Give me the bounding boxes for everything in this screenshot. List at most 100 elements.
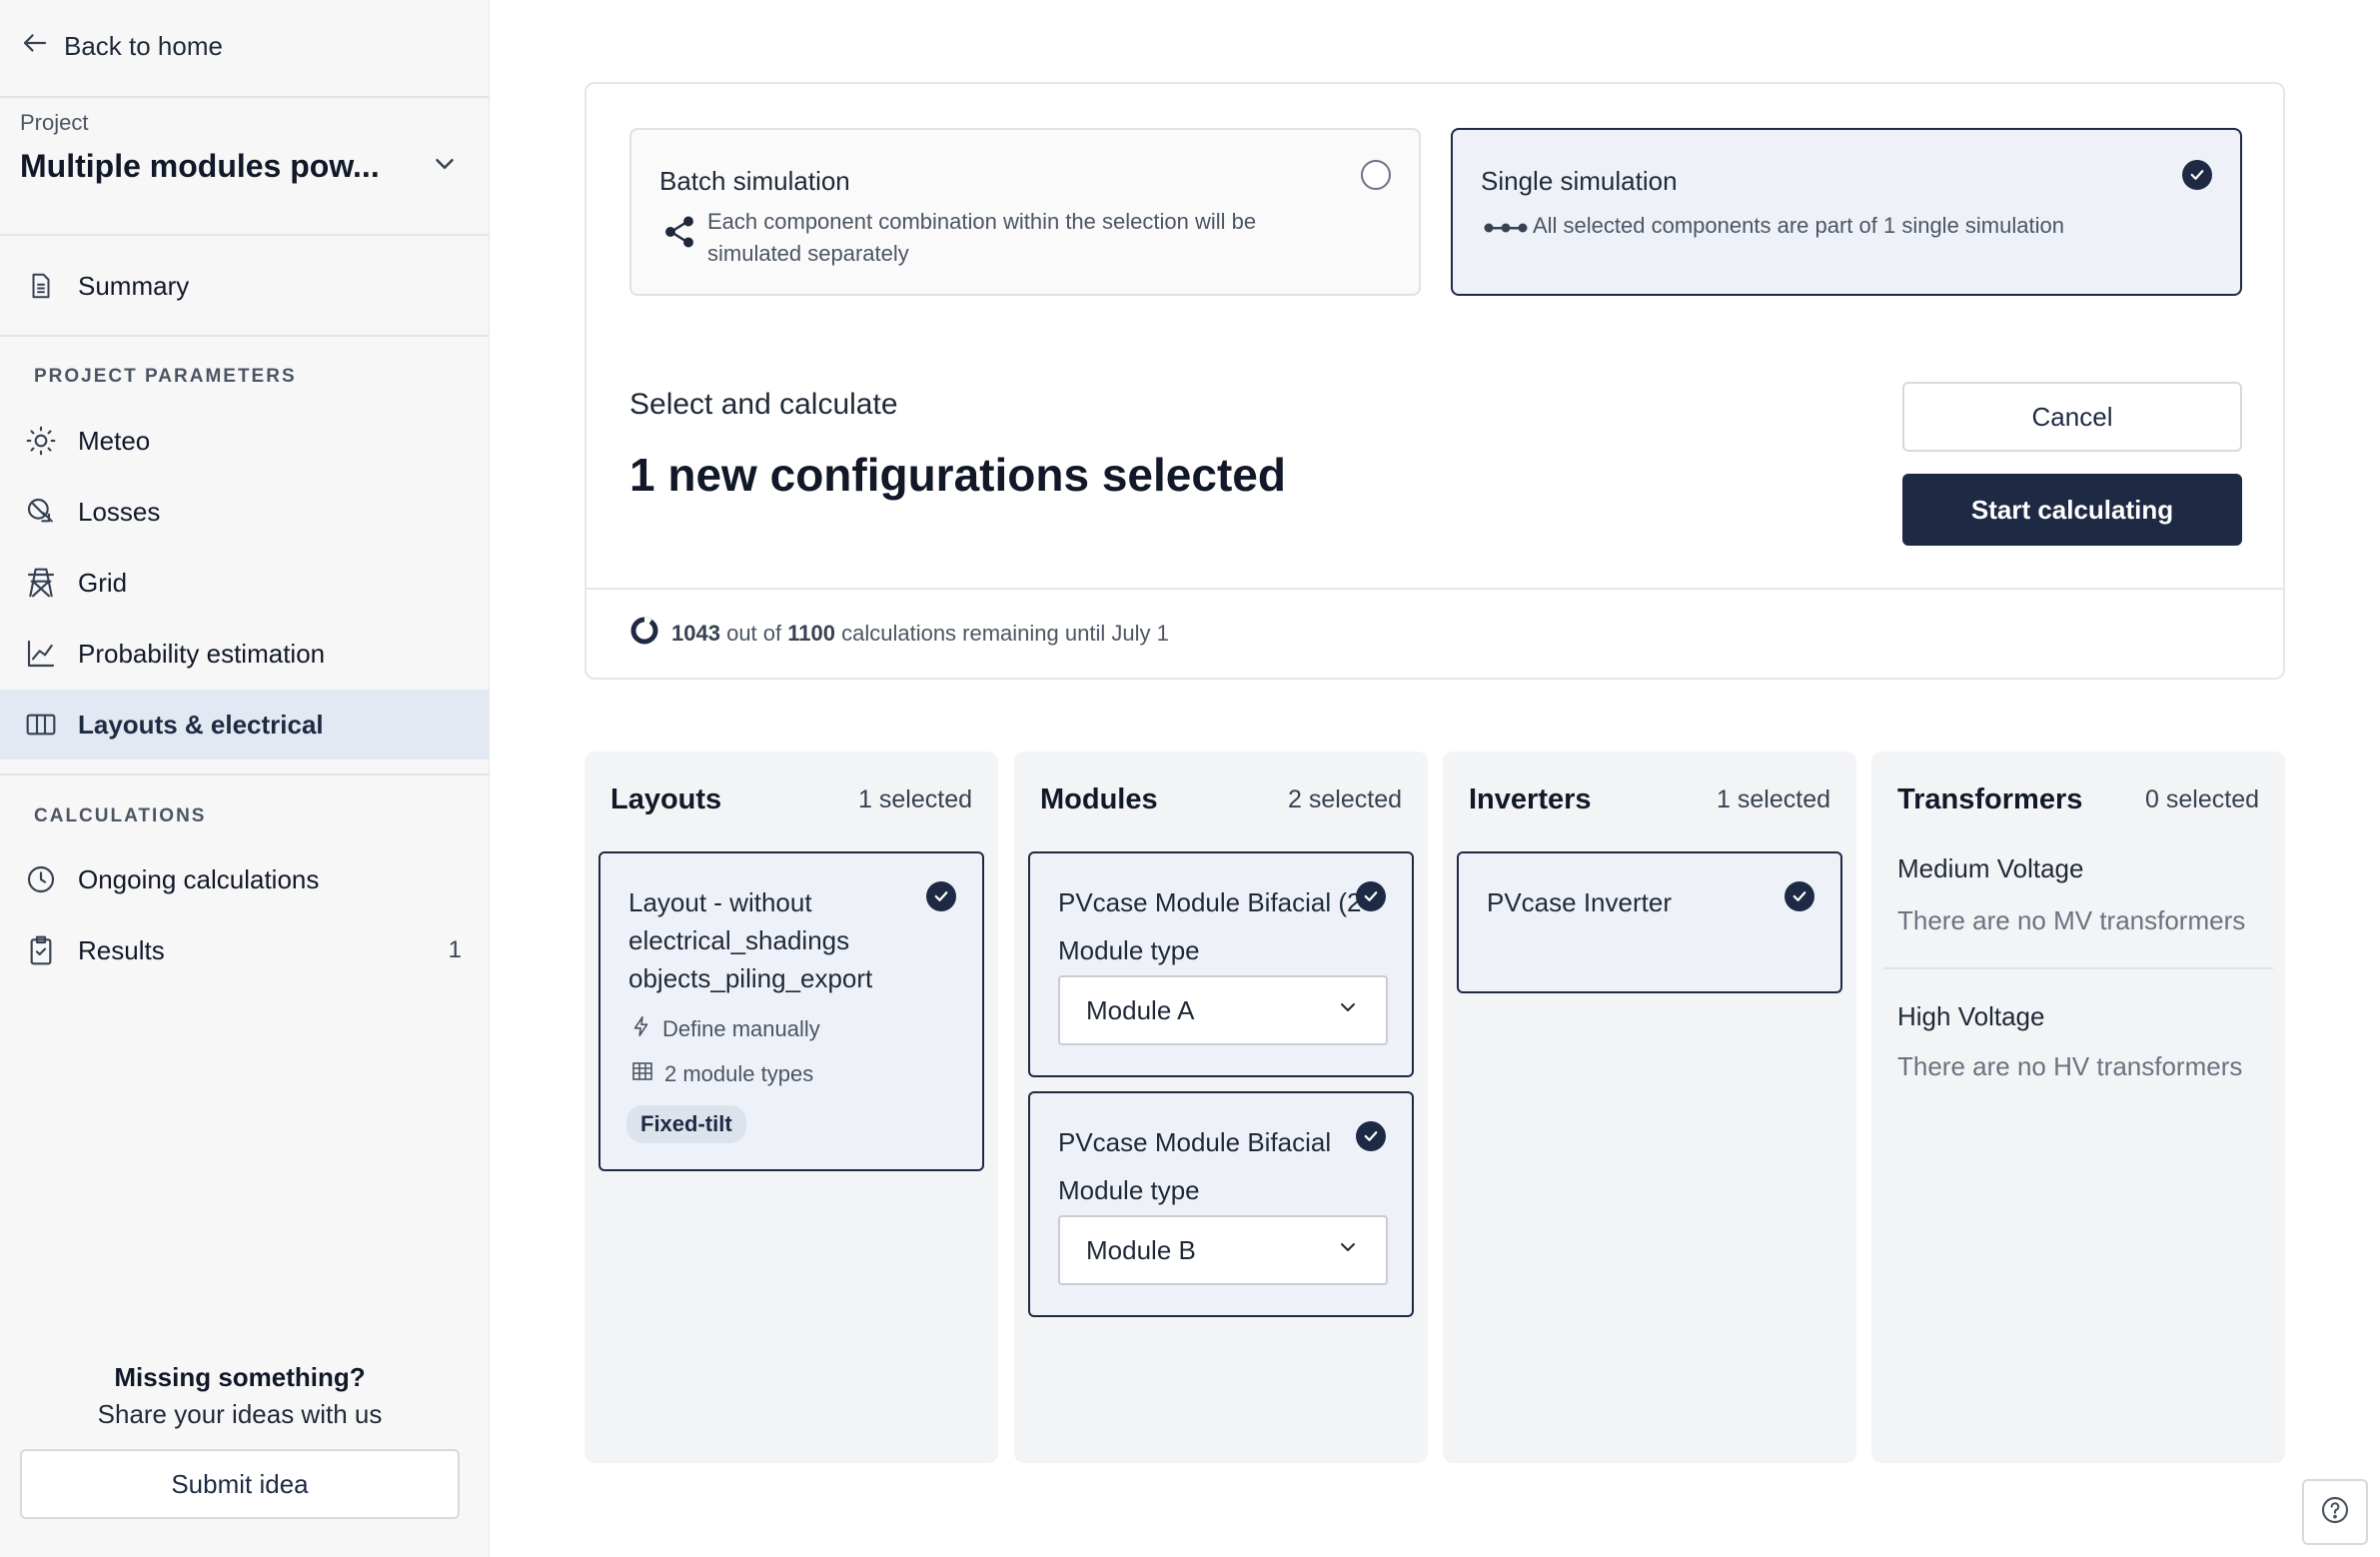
sidebar-item-label: Probability estimation [78, 638, 326, 669]
missing-something-title: Missing something? [114, 1362, 366, 1392]
module-card-title: PVcase Module Bifacial (2 [1058, 887, 1362, 917]
checkmark-icon [1356, 881, 1386, 911]
module-type-value: Module B [1086, 1234, 1196, 1265]
single-simulation-title: Single simulation [1481, 166, 1678, 196]
inverters-column: Inverters 1 selected PVcase Inverter [1443, 752, 1856, 1463]
module-card[interactable]: PVcase Module Bifacial Module type Modul… [1028, 1091, 1414, 1317]
chevron-down-icon [430, 149, 460, 184]
sidebar-item-label: Results [78, 934, 165, 965]
select-and-calculate-label: Select and calculate [629, 388, 898, 421]
sidebar-item-label: Grid [78, 567, 128, 598]
divider [0, 774, 490, 776]
calculations-total: 1100 [787, 621, 835, 646]
sidebar-item-label: Summary [78, 270, 190, 301]
layouts-column: Layouts 1 selected Layout - without elec… [585, 752, 998, 1463]
grid-icon [630, 1059, 654, 1089]
define-manually-label: Define manually [662, 1016, 820, 1041]
module-types-label: 2 module types [664, 1061, 814, 1086]
checkmark-icon [1356, 1121, 1386, 1151]
missing-something-subtitle: Share your ideas with us [97, 1399, 383, 1429]
fixed-tilt-tag: Fixed-tilt [626, 1105, 746, 1143]
module-card-title: PVcase Module Bifacial [1058, 1127, 1332, 1157]
divider [1883, 967, 2273, 969]
layout-module-types: 2 module types [630, 1059, 813, 1089]
sidebar-item-label: Ongoing calculations [78, 863, 320, 894]
submit-idea-button[interactable]: Submit idea [20, 1449, 460, 1519]
divider [587, 588, 2283, 590]
clock-icon [24, 862, 58, 896]
transformers-column: Transformers 0 selected Medium Voltage T… [1871, 752, 2285, 1463]
help-button[interactable] [2302, 1479, 2368, 1545]
sidebar-item-ongoing-calculations[interactable]: Ongoing calculations [0, 844, 490, 914]
modules-selected-count: 2 selected [1288, 785, 1402, 813]
configurations-selected-count: 1 new configurations selected [629, 449, 1286, 501]
lightning-icon [630, 1013, 652, 1045]
module-type-label: Module type [1058, 935, 1200, 965]
simulation-panel: Batch simulation Each component combinat… [585, 82, 2285, 680]
layouts-selected-count: 1 selected [858, 785, 972, 813]
inverters-column-title: Inverters [1469, 783, 1592, 815]
back-to-home-link[interactable]: Back to home [20, 28, 223, 64]
medium-voltage-title: Medium Voltage [1897, 853, 2084, 883]
clipboard-check-icon [24, 933, 58, 967]
batch-simulation-option[interactable]: Batch simulation Each component combinat… [629, 128, 1421, 296]
document-icon [24, 269, 58, 303]
back-to-home-label: Back to home [64, 30, 223, 61]
sidebar-item-label: Losses [78, 496, 161, 527]
sidebar-item-meteo[interactable]: Meteo [0, 406, 490, 476]
sidebar-item-layouts-electrical[interactable]: Layouts & electrical [0, 690, 490, 760]
high-voltage-empty: There are no HV transformers [1897, 1051, 2243, 1081]
batch-simulation-radio[interactable] [1361, 160, 1391, 190]
section-label-calculations: CALCULATIONS [34, 805, 207, 826]
transformers-selected-count: 0 selected [2145, 785, 2259, 813]
sidebar-item-losses[interactable]: Losses [0, 477, 490, 547]
line-chart-icon [24, 637, 58, 671]
modules-column-title: Modules [1040, 783, 1158, 815]
sidebar: Back to home Project Multiple modules po… [0, 0, 490, 1557]
layout-card-title: Layout - without electrical_shadings obj… [628, 887, 873, 993]
divider [0, 234, 490, 236]
high-voltage-title: High Voltage [1897, 1001, 2045, 1031]
module-card[interactable]: PVcase Module Bifacial (2 Module type Mo… [1028, 851, 1414, 1077]
cancel-button[interactable]: Cancel [1902, 382, 2242, 452]
module-type-label: Module type [1058, 1175, 1200, 1205]
project-selector[interactable]: Multiple modules pow... [20, 146, 460, 186]
inverters-selected-count: 1 selected [1717, 785, 1830, 813]
checkmark-icon [1785, 881, 1814, 911]
sidebar-item-results[interactable]: Results 1 [0, 915, 490, 985]
project-caption: Project [20, 110, 89, 135]
question-circle-icon [2319, 1494, 2351, 1531]
remaining-suffix: calculations remaining until July 1 [841, 621, 1169, 646]
module-type-select[interactable]: Module A [1058, 975, 1388, 1045]
progress-ring-icon [629, 616, 659, 652]
layout-define-manually: Define manually [630, 1013, 820, 1045]
share-icon [661, 214, 697, 255]
divider [0, 335, 490, 337]
out-of-label: out of [726, 621, 782, 646]
sun-icon [24, 424, 58, 458]
arrow-left-icon [20, 28, 50, 65]
project-name: Multiple modules pow... [20, 147, 380, 184]
checkmark-icon [926, 881, 956, 911]
sidebar-item-label: Meteo [78, 425, 151, 456]
divider [0, 96, 490, 98]
single-simulation-option[interactable]: Single simulation All selected component… [1451, 128, 2242, 296]
losses-icon [24, 495, 58, 529]
medium-voltage-empty: There are no MV transformers [1897, 905, 2246, 935]
inverter-card[interactable]: PVcase Inverter [1457, 851, 1842, 993]
transformers-column-title: Transformers [1897, 783, 2083, 815]
columns-icon [24, 708, 58, 742]
sidebar-item-probability-estimation[interactable]: Probability estimation [0, 619, 490, 689]
single-simulation-check-icon[interactable] [2182, 160, 2212, 190]
layout-card[interactable]: Layout - without electrical_shadings obj… [598, 851, 984, 1171]
sidebar-item-grid[interactable]: Grid [0, 548, 490, 618]
calculations-remaining: 1043 out of 1100 calculations remaining … [629, 616, 1169, 652]
module-type-select[interactable]: Module B [1058, 1215, 1388, 1285]
sidebar-item-summary[interactable]: Summary [0, 251, 490, 321]
module-type-value: Module A [1086, 994, 1195, 1025]
start-calculating-button[interactable]: Start calculating [1902, 474, 2242, 546]
power-tower-icon [24, 566, 58, 600]
chevron-down-icon [1336, 1235, 1360, 1266]
single-simulation-description: All selected components are part of 1 si… [1533, 213, 2064, 238]
layouts-column-title: Layouts [610, 783, 722, 815]
